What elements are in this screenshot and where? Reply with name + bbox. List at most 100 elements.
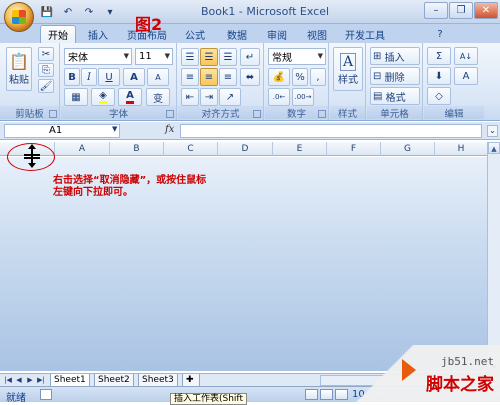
currency-icon[interactable]: 💰 <box>268 68 290 86</box>
align-top-icon[interactable]: ☰ <box>181 48 199 66</box>
help-icon[interactable]: ? <box>432 25 448 43</box>
phonetic-button[interactable]: 变 <box>146 88 170 106</box>
increase-decimal-icon[interactable]: .0← <box>268 88 290 106</box>
vertical-scrollbar[interactable]: ▲ ▼ <box>487 142 500 373</box>
insert-function-button[interactable]: fx <box>165 124 174 135</box>
quick-access-toolbar: 💾 ↶ ↷ ▾ <box>38 4 119 20</box>
column-header[interactable]: C <box>164 142 218 156</box>
sort-filter-button[interactable]: A↓ <box>454 47 478 65</box>
column-header[interactable]: H <box>435 142 487 156</box>
column-header[interactable]: F <box>327 142 381 156</box>
decrease-indent-icon[interactable]: ⇤ <box>181 88 199 106</box>
scroll-up-icon[interactable]: ▲ <box>488 142 500 154</box>
formula-input[interactable] <box>180 124 482 138</box>
column-header[interactable]: B <box>110 142 164 156</box>
number-format-value: 常规 <box>272 53 292 64</box>
orientation-icon[interactable]: ↗ <box>219 88 241 106</box>
tab-view[interactable]: 视图 <box>302 25 332 43</box>
font-color-icon[interactable]: A <box>118 88 142 106</box>
prev-sheet-icon[interactable]: ◀ <box>14 375 24 386</box>
last-sheet-icon[interactable]: ▶| <box>36 375 46 386</box>
underline-button[interactable]: U <box>98 68 120 86</box>
office-button[interactable] <box>4 2 34 32</box>
format-cells-button[interactable]: ▤ 格式 <box>370 87 420 105</box>
font-launcher-icon[interactable] <box>166 110 174 118</box>
clipboard-launcher-icon[interactable] <box>49 110 57 118</box>
insert-cells-button[interactable]: ⊞ 插入 <box>370 47 420 65</box>
tab-home[interactable]: 开始 <box>40 25 76 43</box>
alignment-launcher-icon[interactable] <box>253 110 261 118</box>
close-button[interactable]: ✕ <box>474 2 498 19</box>
paste-button[interactable]: 📋 粘贴 <box>6 47 32 91</box>
font-name-combo[interactable]: 宋体 ▼ <box>64 48 132 65</box>
shrink-font-button[interactable]: A <box>147 68 169 86</box>
merge-center-icon[interactable]: ⬌ <box>240 68 260 86</box>
styles-button[interactable]: A 样式 <box>333 47 363 91</box>
next-sheet-icon[interactable]: ▶ <box>25 375 35 386</box>
clear-icon[interactable]: ◇ <box>427 87 451 105</box>
column-header[interactable]: E <box>273 142 327 156</box>
first-sheet-icon[interactable]: |◀ <box>3 375 13 386</box>
alignment-label: 对齐方式 <box>178 106 263 120</box>
watermark-logo-icon <box>402 359 424 381</box>
percent-button[interactable]: % <box>292 68 308 86</box>
undo-icon[interactable]: ↶ <box>59 4 77 20</box>
format-painter-icon[interactable]: 🖌 <box>38 79 54 93</box>
grow-font-button[interactable]: A <box>123 68 145 86</box>
number-format-combo[interactable]: 常规 ▼ <box>268 48 326 65</box>
name-box-dropdown-icon[interactable]: ▼ <box>112 125 117 133</box>
fill-color-icon[interactable]: ◈ <box>91 88 115 106</box>
fill-icon[interactable]: ⬇ <box>427 67 451 85</box>
tab-developer[interactable]: 开发工具 <box>340 25 390 43</box>
cut-icon[interactable]: ✂ <box>38 47 54 61</box>
number-launcher-icon[interactable] <box>318 110 326 118</box>
save-icon[interactable]: 💾 <box>38 4 56 20</box>
watermark-name: 脚本之家 <box>426 375 494 395</box>
tab-review[interactable]: 审阅 <box>262 25 292 43</box>
comma-button[interactable]: , <box>310 68 326 86</box>
macro-record-icon[interactable] <box>40 389 52 400</box>
font-size-combo[interactable]: 11 ▼ <box>135 48 173 65</box>
page-layout-view-icon[interactable] <box>320 389 333 400</box>
align-center-icon[interactable]: ≡ <box>200 68 218 86</box>
italic-button[interactable]: I <box>81 68 97 86</box>
align-right-icon[interactable]: ≡ <box>219 68 237 86</box>
formula-bar: A1 ▼ fx ⌄ <box>0 122 500 140</box>
normal-view-icon[interactable] <box>305 389 318 400</box>
cells-group: ⊞ 插入 ⊟ 删除 ▤ 格式 单元格 <box>367 43 423 120</box>
increase-indent-icon[interactable]: ⇥ <box>200 88 218 106</box>
find-select-button[interactable]: A <box>454 67 478 85</box>
minimize-button[interactable]: – <box>424 2 448 19</box>
redo-icon[interactable]: ↷ <box>80 4 98 20</box>
tab-formulas[interactable]: 公式 <box>180 25 210 43</box>
column-header[interactable]: G <box>381 142 435 156</box>
paste-label: 粘贴 <box>9 75 29 86</box>
page-break-view-icon[interactable] <box>335 389 348 400</box>
window-title: Book1 - Microsoft Excel <box>200 5 330 18</box>
autosum-button[interactable]: Σ <box>427 47 451 65</box>
borders-icon[interactable]: ▦ <box>64 88 88 106</box>
align-bottom-icon[interactable]: ☰ <box>219 48 237 66</box>
font-label: 字体 <box>61 106 176 120</box>
align-left-icon[interactable]: ≡ <box>181 68 199 86</box>
delete-cells-label: 删除 <box>384 72 405 84</box>
watermark: jb51.net 脚本之家 <box>350 345 500 402</box>
name-box[interactable]: A1 <box>4 124 120 138</box>
delete-cells-button[interactable]: ⊟ 删除 <box>370 67 420 85</box>
column-header[interactable]: A <box>55 142 110 156</box>
wrap-text-icon[interactable]: ↵ <box>240 48 260 66</box>
customize-qat-icon[interactable]: ▾ <box>101 4 119 20</box>
align-middle-icon[interactable]: ☰ <box>200 48 218 66</box>
font-name-value: 宋体 <box>68 53 88 64</box>
figure-annotation: 图2 <box>135 15 163 34</box>
styles-button-label: 样式 <box>338 74 358 86</box>
alignment-group: ☰ ☰ ☰ ↵ ≡ ≡ ≡ ⬌ ⇤ ⇥ ↗ 对齐方式 <box>178 43 264 120</box>
decrease-decimal-icon[interactable]: .00→ <box>292 88 314 106</box>
column-header[interactable]: D <box>218 142 273 156</box>
expand-formula-bar-icon[interactable]: ⌄ <box>487 125 498 137</box>
copy-icon[interactable]: ⎘ <box>38 63 54 77</box>
tab-insert[interactable]: 插入 <box>80 25 116 43</box>
restore-button[interactable]: ❐ <box>449 2 473 19</box>
bold-button[interactable]: B <box>64 68 80 86</box>
tab-data[interactable]: 数据 <box>222 25 252 43</box>
